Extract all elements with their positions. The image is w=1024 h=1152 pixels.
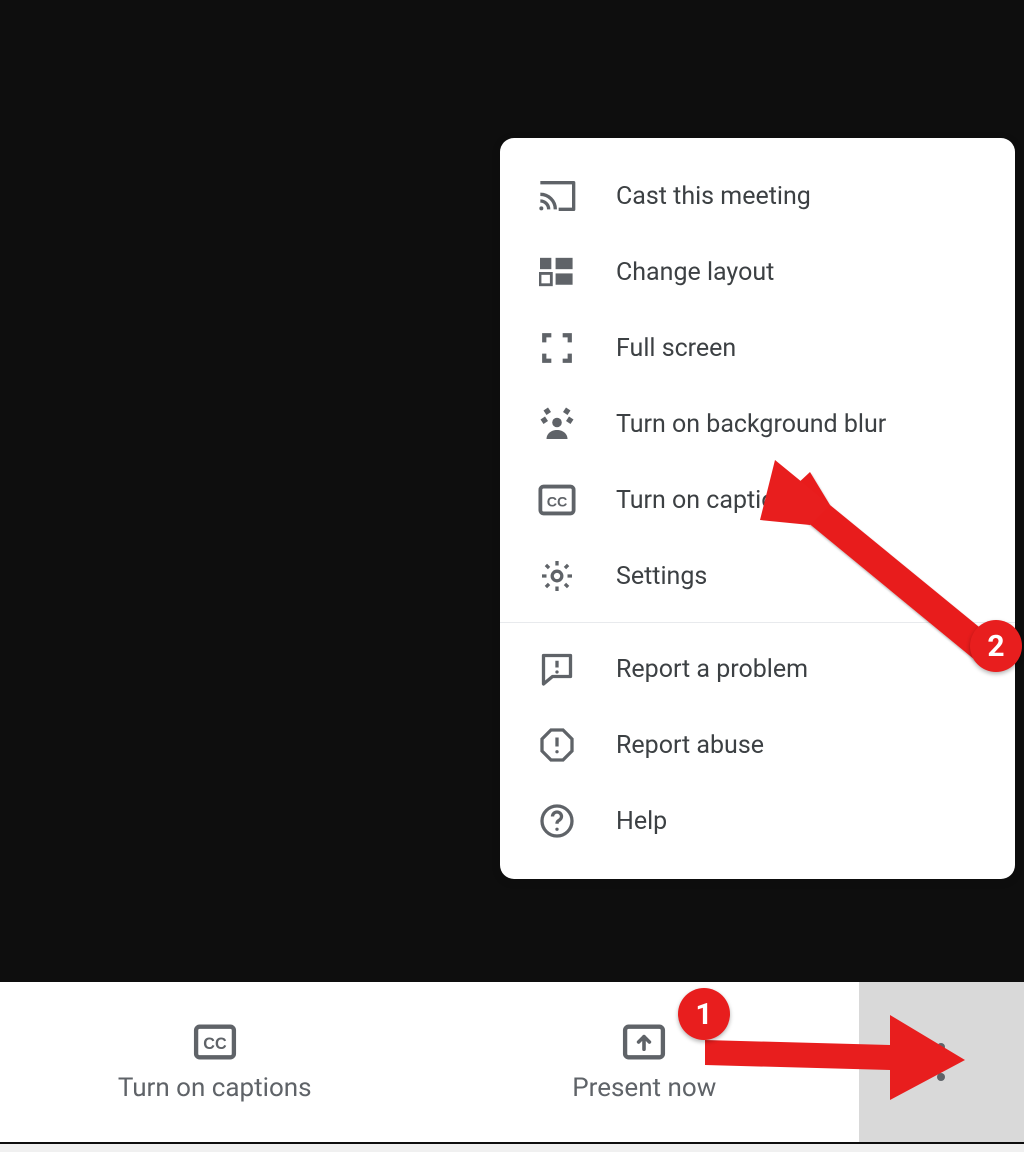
menu-item-label: Report a problem [616, 655, 808, 684]
toolbar-captions-label: Turn on captions [118, 1073, 312, 1103]
menu-item-label: Turn on background blur [616, 410, 886, 439]
menu-item-report-abuse[interactable]: Report abuse [500, 707, 1015, 783]
svg-text:CC: CC [547, 494, 568, 510]
fullscreen-icon [536, 331, 578, 365]
menu-item-label: Settings [616, 562, 707, 591]
cc-icon: CC [536, 484, 578, 516]
toolbar-captions-button[interactable]: CC Turn on captions [0, 982, 430, 1142]
feedback-icon [536, 651, 578, 687]
blur-icon [536, 406, 578, 442]
menu-item-report-problem[interactable]: Report a problem [500, 631, 1015, 707]
more-options-menu: Cast this meeting Change layout Full scr… [500, 138, 1015, 879]
menu-item-label: Full screen [616, 334, 736, 363]
meeting-toolbar: CC Turn on captions Present now [0, 982, 1024, 1142]
help-icon [536, 803, 578, 839]
svg-text:CC: CC [203, 1035, 227, 1053]
abuse-icon [536, 727, 578, 763]
menu-item-layout[interactable]: Change layout [500, 234, 1015, 310]
cast-icon [536, 179, 578, 213]
menu-item-settings[interactable]: Settings [500, 538, 1015, 614]
gear-icon [536, 558, 578, 594]
toolbar-present-button[interactable]: Present now [430, 982, 860, 1142]
menu-item-fullscreen[interactable]: Full screen [500, 310, 1015, 386]
present-icon [622, 1021, 666, 1063]
menu-item-captions[interactable]: CC Turn on captions [500, 462, 1015, 538]
more-vert-icon [937, 1043, 947, 1081]
menu-item-blur[interactable]: Turn on background blur [500, 386, 1015, 462]
annotation-badge-2: 2 [970, 620, 1022, 672]
toolbar-present-label: Present now [572, 1073, 716, 1103]
menu-separator [500, 622, 1015, 623]
menu-item-help[interactable]: Help [500, 783, 1015, 859]
menu-item-cast[interactable]: Cast this meeting [500, 158, 1015, 234]
toolbar-more-options-button[interactable] [859, 982, 1024, 1142]
menu-item-label: Cast this meeting [616, 182, 811, 211]
menu-item-label: Change layout [616, 258, 774, 287]
menu-item-label: Turn on captions [616, 486, 802, 515]
annotation-badge-1: 1 [678, 988, 730, 1040]
menu-item-label: Report abuse [616, 731, 764, 760]
menu-item-label: Help [616, 807, 667, 836]
layout-icon [536, 255, 578, 289]
cc-icon: CC [193, 1021, 237, 1063]
